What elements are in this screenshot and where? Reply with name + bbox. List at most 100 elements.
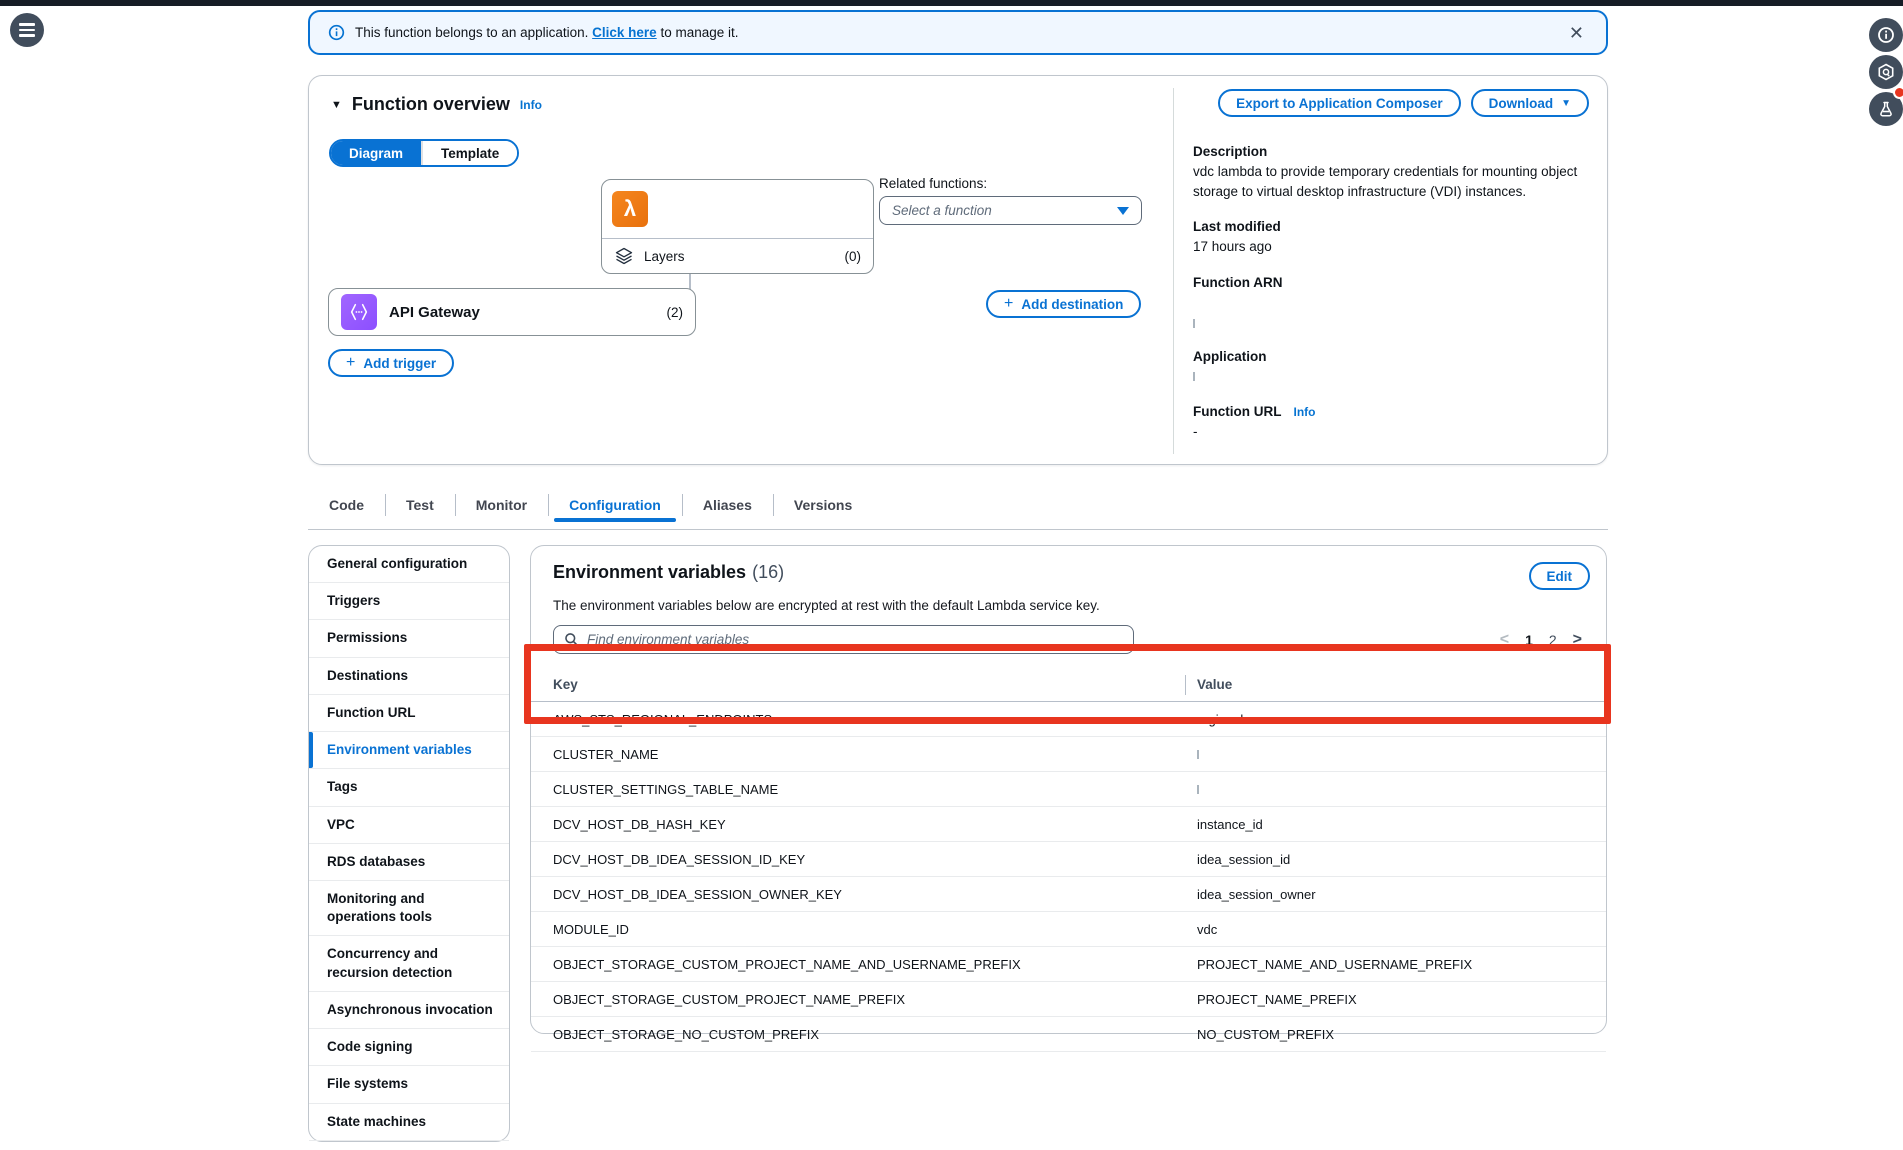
table-row: OBJECT_STORAGE_CUSTOM_PROJECT_NAME_PREFI… [531,982,1606,1017]
cloudshell-panel-button[interactable] [1869,55,1903,89]
edit-button[interactable]: Edit [1529,562,1591,590]
function-url-label: Function URL [1193,404,1281,419]
api-gateway-node[interactable]: API Gateway (2) [328,288,696,336]
env-var-key: DCV_HOST_DB_IDEA_SESSION_ID_KEY [531,852,1197,867]
table-row: DCV_HOST_DB_IDEA_SESSION_ID_KEY idea_ses… [531,842,1606,877]
hexagon-tool-icon [1877,63,1895,81]
env-var-value [1197,750,1199,759]
function-url-info-link[interactable]: Info [1293,405,1315,419]
page-1-button[interactable]: 1 [1525,632,1533,648]
last-modified-label: Last modified [1193,219,1589,234]
function-overview-info-link[interactable]: Info [520,98,542,112]
env-var-key: DCV_HOST_DB_IDEA_SESSION_OWNER_KEY [531,887,1197,902]
info-panel-button[interactable] [1869,18,1903,52]
env-var-value: idea_session_owner [1197,887,1316,902]
tab[interactable]: Monitor [455,488,548,522]
lambda-icon: λ [612,191,648,227]
last-modified-value: 17 hours ago [1193,237,1589,257]
plus-icon: + [346,354,355,372]
layers-label[interactable]: Layers [644,249,685,264]
search-icon [564,632,579,647]
tab[interactable]: Test [385,488,455,522]
table-header: Key Value [531,668,1606,702]
table-row: DCV_HOST_DB_IDEA_SESSION_OWNER_KEY idea_… [531,877,1606,912]
configuration-sidebar: General configurationTriggersPermissions… [308,545,510,1142]
sidebar-item[interactable]: Code signing [309,1029,509,1066]
hamburger-menu-button[interactable] [10,13,44,47]
banner-manage-link[interactable]: Click here [592,25,657,40]
function-arn-label: Function ARN [1193,275,1589,290]
lambda-function-node[interactable]: λ Layers (0) [601,179,874,274]
function-overview-card: ▼ Function overview Info Export to Appli… [308,75,1608,465]
page-2-button[interactable]: 2 [1549,632,1557,648]
application-flash-banner: This function belongs to an application.… [308,10,1608,55]
tab[interactable]: Aliases [682,488,773,522]
function-url-value: - [1193,422,1589,442]
diagram-toggle-option[interactable]: Diagram [331,141,421,165]
sidebar-item[interactable]: Triggers [309,583,509,620]
env-var-key: MODULE_ID [531,922,1197,937]
search-input[interactable] [587,632,1123,647]
env-var-key: AWS_STS_REGIONAL_ENDPOINTS [531,712,1197,727]
env-var-value: idea_session_id [1197,852,1290,867]
collapse-caret-icon[interactable]: ▼ [331,99,342,111]
key-column-header: Key [531,677,1197,692]
add-trigger-button[interactable]: + Add trigger [328,349,454,377]
select-placeholder: Select a function [892,203,992,218]
environment-variables-card: Environment variables (16) Edit The envi… [530,545,1607,1034]
previous-page-arrow[interactable]: < [1500,631,1509,649]
sidebar-item[interactable]: General configuration [309,546,509,583]
layers-count: (0) [845,249,862,264]
sidebar-item[interactable]: Asynchronous invocation [309,992,509,1029]
tab[interactable]: Code [308,488,385,522]
sidebar-item[interactable]: Monitoring and operations tools [309,881,509,936]
sidebar-item[interactable]: RDS databases [309,844,509,881]
env-vars-subtitle: The environment variables below are encr… [531,590,1606,613]
sidebar-item[interactable]: Environment variables [309,732,509,769]
sidebar-item[interactable]: File systems [309,1066,509,1103]
table-row: CLUSTER_NAME [531,737,1606,772]
table-row: AWS_STS_REGIONAL_ENDPOINTS regional [531,702,1606,737]
template-toggle-option[interactable]: Template [421,141,517,165]
banner-close-button[interactable]: ✕ [1565,20,1588,46]
tab[interactable]: Versions [773,488,873,522]
lambda-console-page: This function belongs to an application.… [0,0,1903,1150]
api-gateway-count: (2) [667,305,684,320]
sidebar-item[interactable]: Function URL [309,695,509,732]
flask-icon [1877,100,1895,118]
banner-message: This function belongs to an application.… [355,25,739,40]
env-vars-table: Key Value AWS_STS_REGIONAL_ENDPOINTS reg… [531,668,1606,1052]
env-vars-count: (16) [752,562,784,583]
sidebar-item[interactable]: Concurrency and recursion detection [309,936,509,991]
env-var-key: OBJECT_STORAGE_CUSTOM_PROJECT_NAME_AND_U… [531,957,1197,972]
sidebar-item[interactable]: VPC [309,807,509,844]
env-var-value: PROJECT_NAME_PREFIX [1197,992,1357,1007]
sidebar-item[interactable]: Tags [309,769,509,806]
sidebar-item[interactable]: State machines [309,1104,509,1141]
top-navigation-bar [0,0,1903,6]
plus-icon: + [1004,295,1013,313]
related-functions-select[interactable]: Select a function [879,196,1142,225]
tabs-divider [308,529,1608,530]
application-label: Application [1193,349,1589,364]
env-var-key: OBJECT_STORAGE_NO_CUSTOM_PREFIX [531,1027,1197,1042]
sidebar-item[interactable]: Destinations [309,658,509,695]
env-var-value: regional [1197,712,1243,727]
next-page-arrow[interactable]: > [1573,631,1582,649]
env-var-key: CLUSTER_SETTINGS_TABLE_NAME [531,782,1197,797]
info-icon [328,24,345,41]
api-gateway-label: API Gateway [389,304,480,321]
column-separator[interactable] [1185,675,1186,695]
env-var-value: instance_id [1197,817,1263,832]
function-tabs: CodeTestMonitorConfigurationAliasesVersi… [308,488,1608,522]
value-column-header: Value [1197,677,1232,692]
table-row: DCV_HOST_DB_HASH_KEY instance_id [531,807,1606,842]
download-button[interactable]: Download▼ [1471,89,1589,117]
table-row: OBJECT_STORAGE_NO_CUSTOM_PREFIX NO_CUSTO… [531,1017,1606,1052]
table-row: MODULE_ID vdc [531,912,1606,947]
sidebar-item[interactable]: Permissions [309,620,509,657]
add-destination-button[interactable]: + Add destination [986,290,1141,318]
api-gateway-icon [341,294,377,330]
export-to-application-composer-button[interactable]: Export to Application Composer [1218,89,1461,117]
tab[interactable]: Configuration [548,488,682,522]
